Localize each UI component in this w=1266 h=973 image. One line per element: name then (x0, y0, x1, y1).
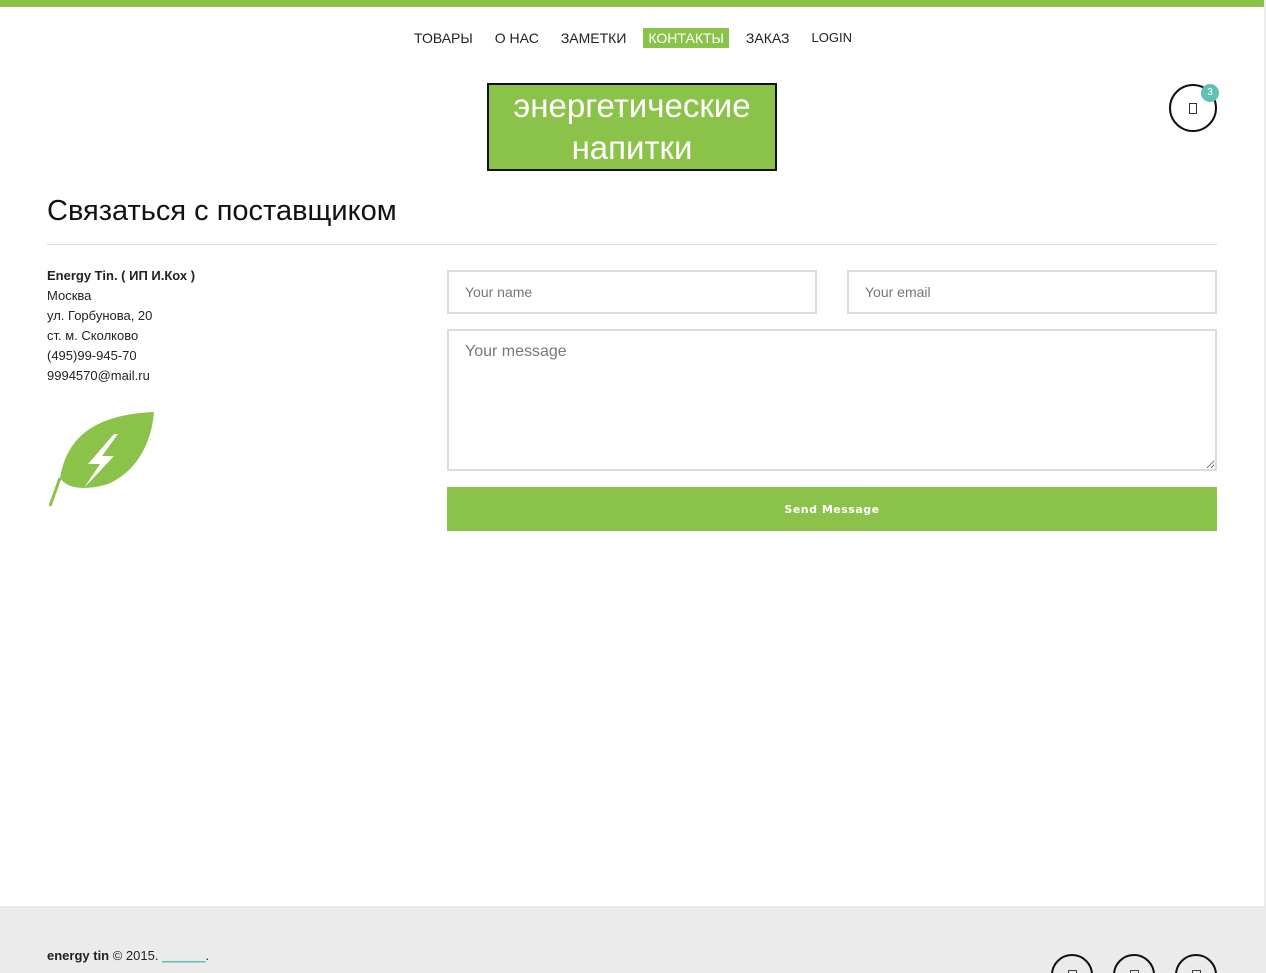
logo-line-2: напитки (571, 129, 693, 166)
nav-item-order[interactable]: ЗАКАЗ (741, 28, 795, 48)
logo-text: энергетические напитки (513, 85, 750, 169)
social-icon[interactable] (1051, 954, 1093, 973)
contact-city: Москва (47, 288, 92, 303)
top-accent-bar (0, 0, 1266, 7)
contact-email: 9994570@mail.ru (47, 368, 150, 383)
page-title: Связаться с поставщиком (47, 195, 397, 227)
footer: energy tin © 2015. ______. (0, 906, 1266, 973)
logo-line-1: энергетические (513, 87, 751, 124)
main-nav: ТОВАРЫ О НАС ЗАМЕТКИ КОНТАКТЫ ЗАКАЗ LOGI… (0, 28, 1266, 48)
nav-item-contacts[interactable]: КОНТАКТЫ (643, 28, 729, 48)
social-icon[interactable] (1113, 954, 1155, 973)
contact-phone: (495)99-945-70 (47, 348, 137, 363)
nav-item-notes[interactable]: ЗАМЕТКИ (556, 28, 632, 48)
footer-copyright-text: © 2015. (109, 948, 163, 963)
contact-metro: ст. м. Сколково (47, 328, 139, 343)
leaf-logo-icon (48, 412, 154, 507)
company-name: Energy Tin. ( ИП И.Кох ) (47, 268, 196, 283)
social-icon[interactable] (1175, 954, 1217, 973)
message-field[interactable] (447, 329, 1217, 471)
footer-link[interactable]: ______ (162, 948, 205, 963)
email-field[interactable] (847, 270, 1217, 314)
footer-brand: energy tin (47, 948, 110, 963)
site-logo[interactable]: энергетические напитки (487, 83, 777, 171)
title-divider (47, 244, 1217, 245)
nav-item-login[interactable]: LOGIN (807, 28, 857, 48)
cart-icon (1189, 102, 1197, 114)
cart-count-badge: 3 (1201, 84, 1219, 102)
send-message-button[interactable]: Send Message (447, 487, 1217, 531)
nav-item-products[interactable]: ТОВАРЫ (409, 28, 478, 48)
name-field[interactable] (447, 270, 817, 314)
cart-button[interactable]: 3 (1169, 84, 1219, 132)
nav-item-about[interactable]: О НАС (490, 28, 544, 48)
footer-period: . (205, 948, 210, 963)
footer-copyright: energy tin © 2015. ______. (47, 948, 209, 963)
contact-street: ул. Горбунова, 20 (47, 308, 153, 323)
contact-info: Energy Tin. ( ИП И.Кох ) Москва ул. Горб… (47, 266, 195, 386)
